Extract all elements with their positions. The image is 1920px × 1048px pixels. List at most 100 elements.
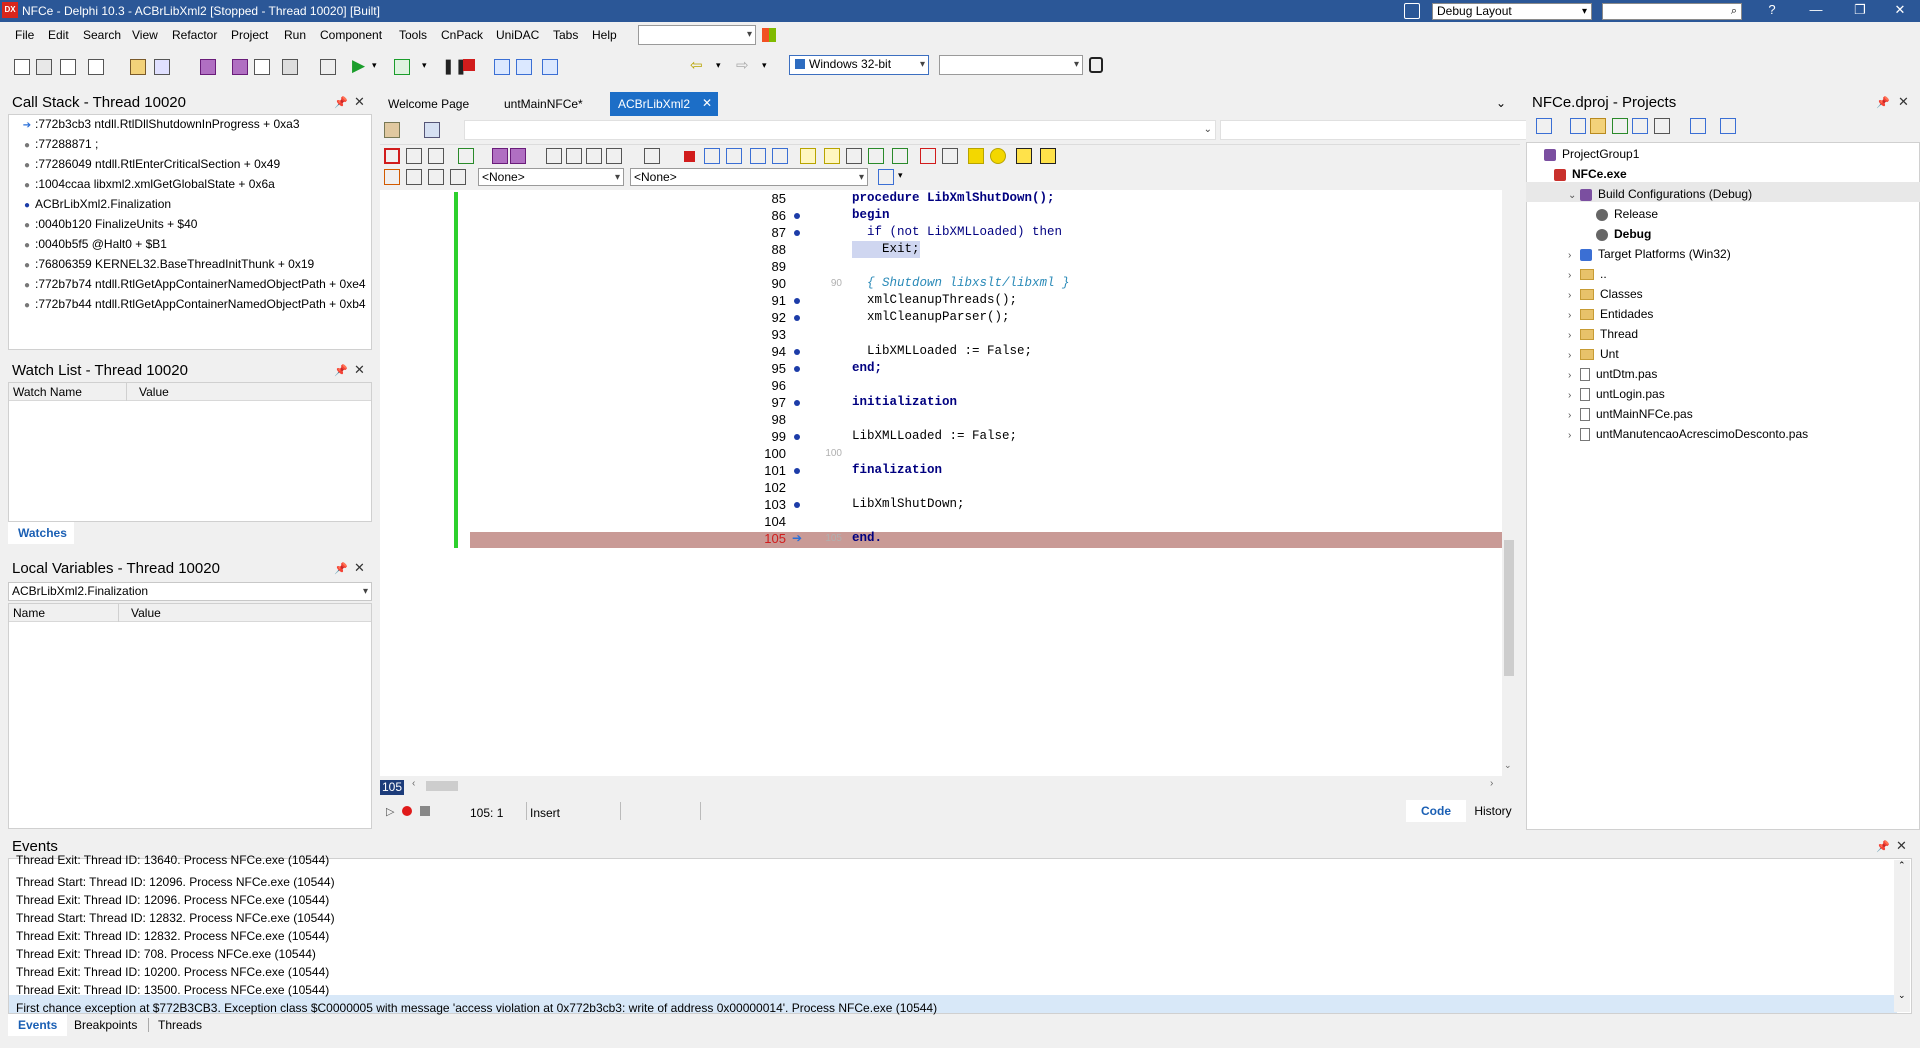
call-stack-row[interactable]: ●:772b7b74 ntdll.RtlGetAppContainerNamed… bbox=[19, 275, 366, 294]
cnpack-tool-icon[interactable] bbox=[644, 148, 660, 164]
record-macro-icon[interactable] bbox=[402, 806, 412, 816]
tree-item[interactable]: › Target Platforms (Win32) bbox=[1568, 244, 1731, 264]
config-select[interactable]: ▾ bbox=[939, 55, 1083, 75]
tree-item[interactable]: › untManutencaoAcrescimoDesconto.pas bbox=[1568, 424, 1808, 444]
code-line[interactable]: 104 bbox=[380, 513, 1510, 530]
back-icon[interactable]: ⇦ bbox=[690, 56, 703, 74]
close-icon[interactable]: ✕ bbox=[354, 560, 365, 576]
implementation-icon[interactable] bbox=[450, 169, 466, 185]
expand-icon[interactable] bbox=[1632, 118, 1648, 134]
structure-icon[interactable] bbox=[384, 122, 400, 138]
open-icon[interactable] bbox=[60, 59, 76, 75]
pin-icon[interactable]: 📌 bbox=[1876, 840, 1890, 853]
pin-icon[interactable]: 📌 bbox=[334, 562, 348, 575]
run-icon[interactable]: ▶ bbox=[352, 56, 365, 76]
var-name-header[interactable]: Name bbox=[9, 604, 119, 622]
reopen-icon[interactable] bbox=[88, 59, 104, 75]
menu-tabs[interactable]: Tabs bbox=[553, 28, 578, 42]
event-row[interactable]: Thread Exit: Thread ID: 12832. Process N… bbox=[16, 927, 329, 945]
menu-help[interactable]: Help bbox=[592, 28, 617, 42]
scroll-thumb[interactable] bbox=[1504, 540, 1514, 676]
list-dropdown-icon[interactable]: ▾ bbox=[898, 170, 903, 181]
info-icon[interactable] bbox=[1040, 148, 1056, 164]
cnpack-tool-icon[interactable] bbox=[546, 148, 562, 164]
minimize-button[interactable]: — bbox=[1796, 2, 1836, 17]
list-units-icon[interactable] bbox=[384, 169, 400, 185]
cnpack-tool-icon[interactable] bbox=[586, 148, 602, 164]
copy-icon[interactable] bbox=[154, 59, 170, 75]
code-line[interactable]: 91 xmlCleanupThreads(); bbox=[380, 292, 1510, 309]
code-line[interactable]: 95 end; bbox=[380, 360, 1510, 377]
code-line[interactable]: 92 xmlCleanupParser(); bbox=[380, 309, 1510, 326]
expand-icon[interactable]: › bbox=[1568, 306, 1580, 326]
expand-icon[interactable]: › bbox=[1568, 366, 1580, 386]
tab-code-view[interactable]: Code bbox=[1406, 800, 1466, 822]
code-line[interactable]: 87 if (not LibXMLLoaded) then bbox=[380, 224, 1510, 241]
build-icon[interactable] bbox=[1654, 118, 1670, 134]
pin-icon[interactable]: 📌 bbox=[334, 364, 348, 377]
call-stack-row[interactable]: ●:1004ccaa libxml2.xmlGetGlobalState + 0… bbox=[19, 175, 275, 194]
breakpoint-dot-icon[interactable] bbox=[794, 213, 800, 219]
close-icon[interactable]: ✕ bbox=[1896, 838, 1907, 854]
list-icon[interactable] bbox=[878, 169, 894, 185]
watch-name-header[interactable]: Watch Name bbox=[9, 383, 127, 401]
tree-item[interactable]: Release bbox=[1596, 204, 1658, 224]
trace-into-icon[interactable] bbox=[516, 59, 532, 75]
cnpack-tool-icon[interactable] bbox=[772, 148, 788, 164]
close-icon[interactable]: ✕ bbox=[354, 362, 365, 378]
code-line[interactable]: 97 initialization bbox=[380, 394, 1510, 411]
menu-cnpack[interactable]: CnPack bbox=[441, 28, 483, 42]
code-line[interactable]: 100 100 bbox=[380, 445, 1510, 462]
pin-icon[interactable]: 📌 bbox=[1876, 96, 1890, 109]
back-dropdown-icon[interactable]: ▾ bbox=[716, 60, 721, 71]
code-line[interactable]: 89 bbox=[380, 258, 1510, 275]
sort-icon[interactable] bbox=[1690, 118, 1706, 134]
horizontal-scrollbar[interactable]: ‹ › bbox=[410, 778, 1502, 794]
stop-icon[interactable] bbox=[463, 59, 475, 71]
menu-view[interactable]: View bbox=[132, 28, 158, 42]
expand-icon[interactable]: › bbox=[1568, 406, 1580, 426]
breakpoint-dot-icon[interactable] bbox=[794, 366, 800, 372]
menu-component[interactable]: Component bbox=[320, 28, 382, 42]
new-file-icon[interactable] bbox=[14, 59, 30, 75]
play-macro-icon[interactable]: ▷ bbox=[386, 805, 394, 818]
cnpack-tool-icon[interactable] bbox=[458, 148, 474, 164]
breakpoint-dot-icon[interactable] bbox=[794, 434, 800, 440]
run-without-debug-icon[interactable] bbox=[394, 59, 410, 75]
code-line[interactable]: 94 LibXMLLoaded := False; bbox=[380, 343, 1510, 360]
sync-icon[interactable] bbox=[1612, 118, 1628, 134]
scroll-down-icon[interactable]: ⌄ bbox=[1504, 760, 1512, 771]
events-scrollbar[interactable]: ⌃ ⌄ bbox=[1894, 860, 1910, 1012]
cnpack-tool-icon[interactable] bbox=[492, 148, 508, 164]
breakpoint-dot-icon[interactable] bbox=[794, 315, 800, 321]
open-project-icon[interactable] bbox=[130, 59, 146, 75]
cnpack-tool-icon[interactable] bbox=[406, 148, 422, 164]
printer-icon[interactable] bbox=[424, 122, 440, 138]
event-row[interactable]: Thread Start: Thread ID: 12832. Process … bbox=[16, 909, 335, 927]
call-stack-row[interactable]: ●:0040b120 FinalizeUnits + $40 bbox=[19, 215, 197, 234]
tree-item[interactable]: NFCe.exe bbox=[1554, 164, 1627, 184]
cnpack-tool-icon[interactable] bbox=[868, 148, 884, 164]
help-button[interactable]: ? bbox=[1752, 2, 1792, 17]
menu-run[interactable]: Run bbox=[284, 28, 306, 42]
code-line[interactable]: 98 bbox=[380, 411, 1510, 428]
menu-search[interactable]: Search bbox=[83, 28, 121, 42]
cnpack-tool-icon[interactable] bbox=[566, 148, 582, 164]
call-stack-row[interactable]: ●:772b7b44 ntdll.RtlGetAppContainerNamed… bbox=[19, 295, 366, 314]
symbol-combo[interactable]: ⌄ bbox=[464, 120, 1216, 140]
code-line[interactable]: 86 begin bbox=[380, 207, 1510, 224]
call-stack-row[interactable]: ➔:772b3cb3 ntdll.RtlDllShutdownInProgres… bbox=[19, 115, 300, 134]
cnpack-tool-icon[interactable] bbox=[968, 148, 984, 164]
expand-icon[interactable]: › bbox=[1568, 426, 1580, 446]
pin-icon[interactable]: 📌 bbox=[334, 96, 348, 109]
tree-item[interactable]: › Entidades bbox=[1568, 304, 1653, 324]
breakpoint-dot-icon[interactable] bbox=[794, 230, 800, 236]
cnpack-stop-icon[interactable] bbox=[684, 151, 695, 162]
tabs-dropdown-icon[interactable]: ⌄ bbox=[1496, 96, 1506, 110]
tree-item[interactable]: ProjectGroup1 bbox=[1544, 144, 1639, 164]
tree-item[interactable]: ⌄ Build Configurations (Debug) bbox=[1568, 184, 1752, 204]
desktop-combo[interactable]: ▾ bbox=[638, 25, 756, 45]
folder-icon[interactable] bbox=[1590, 118, 1606, 134]
event-row[interactable]: Thread Exit: Thread ID: 12096. Process N… bbox=[16, 891, 329, 909]
expand-icon[interactable]: › bbox=[1568, 346, 1580, 366]
